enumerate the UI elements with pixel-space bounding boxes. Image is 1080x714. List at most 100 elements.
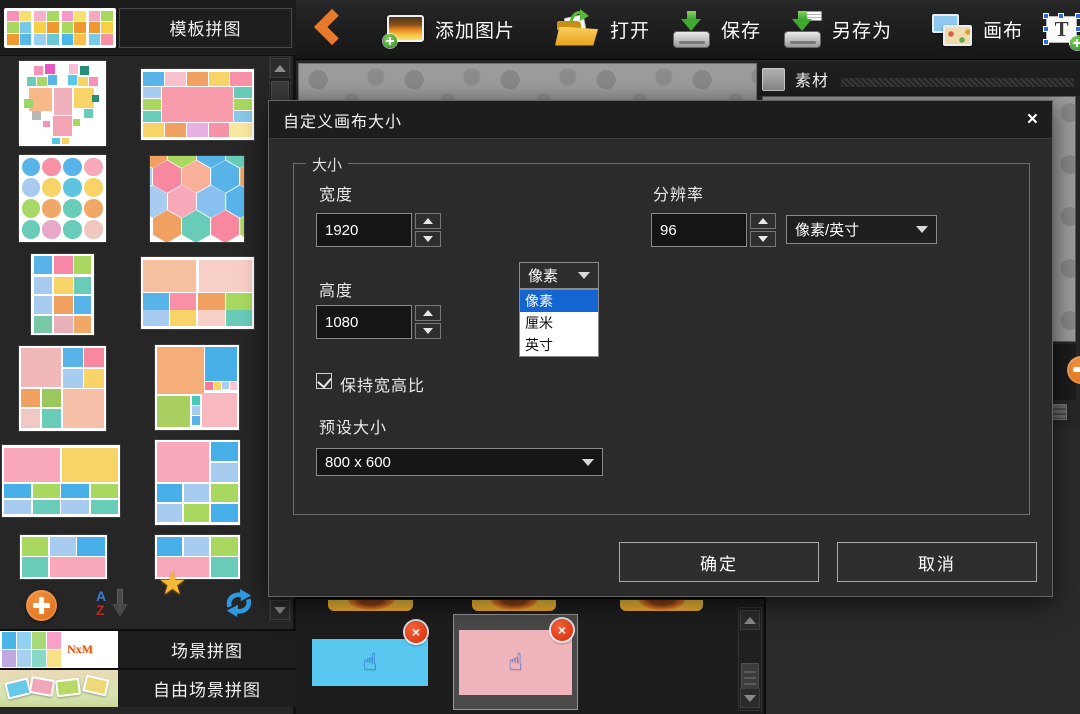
scroll-up-button[interactable] [270,58,290,78]
canvas-icon [932,12,974,48]
preset-size-label: 预设大小 [319,414,387,438]
close-thumbnail-button[interactable]: × [551,619,573,641]
mini-template-icon [7,11,31,45]
sidebar-actions: A Z ★ [0,586,268,624]
width-spinner [415,213,441,247]
resolution-spinner [750,213,776,247]
save-icon [670,11,712,49]
add-template-button[interactable] [26,590,57,621]
hand-cursor-icon: ☝ [508,648,523,677]
save-as-icon [781,11,823,49]
open-button[interactable]: 打开 [545,12,660,48]
template-thumbnail[interactable] [141,257,254,329]
sidebar-bottom-tabs: NxM 场景拼图 自由场景拼图 [0,629,296,707]
resolution-spin-down-button[interactable] [750,231,776,247]
tab-template-collage[interactable]: 模板拼图 [119,8,292,48]
materials-hatch-divider [841,78,1074,87]
unit-select-value: 像素 [528,265,558,286]
template-thumbnail[interactable] [155,440,240,525]
triangle-down-icon [744,695,756,702]
height-spin-down-button[interactable] [415,323,441,339]
open-folder-icon [555,12,601,48]
height-spin-up-button[interactable] [415,305,441,321]
triangle-up-icon [744,617,756,624]
tab-scene-collage[interactable]: NxM 场景拼图 [0,629,296,668]
width-spin-up-button[interactable] [415,213,441,229]
dialog-titlebar[interactable]: 自定义画布大小 × [269,101,1052,139]
page-thumbnail-partial[interactable] [472,600,556,611]
open-label: 打开 [610,16,650,43]
thumbnails-scrollbar[interactable] [738,607,762,711]
refresh-icon [224,588,254,618]
unit-option[interactable]: 像素 [520,290,598,312]
triangle-up-icon [274,65,286,72]
width-input[interactable] [316,213,412,247]
template-list [0,57,268,585]
favorites-star-button[interactable]: ★ [158,564,187,602]
tab-free-scene-collage[interactable]: 自由场景拼图 [0,668,296,707]
unit-select[interactable]: 像素 [519,262,599,289]
refresh-button[interactable] [224,588,254,623]
canvas-button[interactable]: 画布 [922,12,1033,48]
close-icon[interactable]: × [1027,110,1038,129]
add-image-button[interactable]: 添加图片 [374,14,525,46]
sort-az-button[interactable]: A Z [96,589,132,621]
canvas-area[interactable] [298,63,757,101]
toolbar: 添加图片 打开 保存 另存为 画布 T [296,0,1080,60]
collage-app-window: 模板拼图 A Z ★ [0,0,1080,714]
ok-button[interactable]: 确定 [619,542,819,582]
template-thumbnail[interactable] [31,254,94,335]
tab-free-scene-collage-label: 自由场景拼图 [118,670,296,707]
bottom-thumbnails-panel: ☝ × ☝ × [296,597,766,714]
resolution-input[interactable] [651,213,747,247]
sort-arrow-icon [112,589,128,619]
page-thumbnail-pink[interactable]: ☝ [459,630,572,695]
height-input[interactable] [316,305,412,339]
scroll-up-button[interactable] [740,610,760,630]
unit-option[interactable]: 厘米 [520,312,598,334]
resolution-unit-select[interactable]: 像素/英寸 [786,215,937,244]
template-thumbnail[interactable] [155,345,239,430]
template-thumbnail[interactable] [150,156,244,242]
save-button[interactable]: 保存 [660,11,771,49]
close-thumbnail-button[interactable]: × [405,621,427,643]
template-thumbnail[interactable] [19,61,106,146]
preset-size-select[interactable]: 800 x 600 [316,448,603,476]
page-thumbnail-partial[interactable] [620,600,703,611]
page-thumbnail-blue[interactable]: ☝ [312,639,428,686]
template-thumbnail[interactable] [20,535,107,579]
keep-aspect-ratio-label: 保持宽高比 [340,372,425,396]
cancel-button[interactable]: 取消 [837,542,1037,582]
save-label: 保存 [721,16,761,43]
page-thumbnail-partial[interactable] [328,600,413,611]
tab-scene-collage-label: 场景拼图 [118,631,296,668]
scroll-down-button[interactable] [270,600,290,620]
height-label: 高度 [319,277,353,301]
dialog-title: 自定义画布大小 [283,108,402,132]
template-thumbnail[interactable] [19,155,106,242]
text-button[interactable]: T 文本 [1033,13,1080,47]
resolution-label: 分辨率 [653,181,704,205]
mini-template-icon [62,11,86,45]
chevron-down-icon [578,272,590,279]
template-thumbnail[interactable] [141,69,254,140]
back-button[interactable] [296,8,354,51]
scroll-down-button[interactable] [740,688,760,708]
width-label: 宽度 [319,181,353,205]
width-spin-down-button[interactable] [415,231,441,247]
save-as-button[interactable]: 另存为 [771,11,902,49]
materials-icon [762,68,785,91]
hand-cursor-icon: ☝ [363,648,378,677]
unit-option[interactable]: 英寸 [520,334,598,356]
scrollbar-thumb[interactable] [741,663,759,689]
mini-template-icon [89,11,113,45]
canvas-label: 画布 [983,16,1023,43]
keep-aspect-ratio-checkbox[interactable] [316,373,332,389]
template-thumbnail[interactable] [2,445,120,517]
resolution-spin-up-button[interactable] [750,213,776,229]
preset-size-value: 800 x 600 [325,454,391,471]
collapse-panel-button[interactable] [1067,356,1080,384]
resolution-unit-value: 像素/英寸 [795,219,859,240]
template-thumbnail[interactable] [19,346,106,431]
sidebar: 模板拼图 A Z ★ [0,0,296,714]
